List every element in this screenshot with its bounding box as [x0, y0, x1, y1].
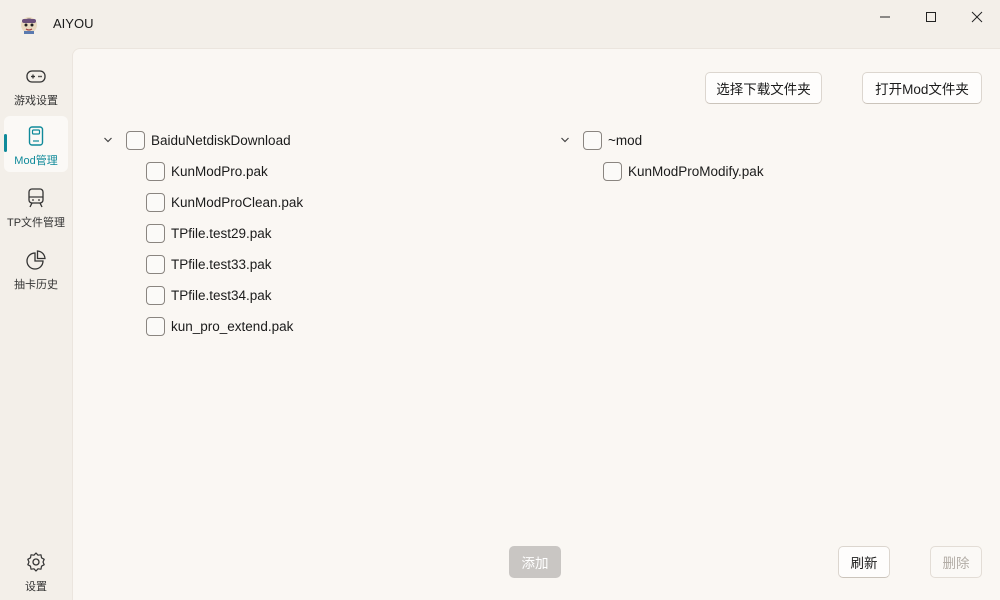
checkbox[interactable] — [583, 130, 602, 150]
tree-item-label: TPfile.test34.pak — [171, 287, 272, 303]
document-icon — [28, 126, 44, 146]
tree-item-label: KunModProModify.pak — [628, 163, 764, 179]
app-logo-icon — [21, 17, 37, 34]
gamepad-icon — [26, 70, 46, 83]
checkbox[interactable] — [126, 130, 145, 150]
expand-toggle[interactable] — [558, 133, 572, 147]
checkbox[interactable] — [603, 161, 622, 181]
delete-button[interactable]: 删除 — [930, 546, 982, 578]
expand-toggle[interactable] — [101, 133, 115, 147]
tree-item-row[interactable]: KunModPro.pak — [146, 159, 268, 183]
tree-item-row[interactable]: TPfile.test33.pak — [146, 252, 272, 276]
checkbox[interactable] — [146, 254, 165, 274]
title-bar: AIYOU — [0, 0, 1000, 48]
sidebar-nav: 游戏设置 Mod管理 TP文件管理 抽卡历史 设置 — [0, 48, 72, 600]
tree-root-row[interactable]: BaiduNetdiskDownload — [126, 128, 291, 152]
checkbox[interactable] — [146, 192, 165, 212]
pie-chart-icon — [26, 250, 46, 270]
nav-item-tp-file-management[interactable]: TP文件管理 — [4, 178, 68, 234]
nav-item-label: 抽卡历史 — [14, 279, 58, 291]
nav-item-game-settings[interactable]: 游戏设置 — [4, 56, 68, 112]
tree-item-row[interactable]: kun_pro_extend.pak — [146, 314, 293, 338]
tree-item-label: KunModProClean.pak — [171, 194, 304, 210]
minimize-icon — [880, 16, 890, 18]
tree-root-label: BaiduNetdiskDownload — [151, 132, 291, 148]
checkbox[interactable] — [146, 316, 165, 336]
maximize-icon — [926, 12, 936, 22]
tree-item-row[interactable]: TPfile.test34.pak — [146, 283, 272, 307]
maximize-button[interactable] — [908, 2, 954, 32]
tree-root-row[interactable]: ~mod — [583, 128, 642, 152]
open-mod-folder-button[interactable]: 打开Mod文件夹 — [862, 72, 982, 104]
gear-icon — [27, 552, 45, 572]
checkbox[interactable] — [146, 223, 165, 243]
nav-item-label: Mod管理 — [14, 155, 58, 167]
refresh-button[interactable]: 刷新 — [838, 546, 890, 578]
tree-root-label: ~mod — [608, 132, 643, 148]
nav-item-settings[interactable]: 设置 — [4, 542, 68, 598]
close-button[interactable] — [954, 2, 1000, 32]
mod-management-panel: 选择下载文件夹 打开Mod文件夹 BaiduNetdiskDownload Ku… — [72, 48, 1000, 600]
train-icon — [28, 188, 44, 208]
select-download-folder-button[interactable]: 选择下载文件夹 — [705, 72, 822, 104]
app-title: AIYOU — [53, 16, 94, 31]
chevron-down-icon — [104, 137, 112, 143]
chevron-down-icon — [561, 137, 569, 143]
tree-item-label: KunModPro.pak — [171, 163, 268, 179]
nav-item-label: TP文件管理 — [6, 217, 66, 229]
tree-item-row[interactable]: KunModProClean.pak — [146, 190, 303, 214]
nav-item-label: 设置 — [25, 581, 47, 593]
active-indicator — [4, 134, 7, 152]
checkbox[interactable] — [146, 161, 165, 181]
minimize-button[interactable] — [862, 2, 908, 32]
add-button[interactable]: 添加 — [509, 546, 561, 578]
nav-item-gacha-history[interactable]: 抽卡历史 — [4, 240, 68, 296]
close-icon — [971, 11, 983, 23]
nav-item-label: 游戏设置 — [14, 95, 58, 107]
nav-item-mod-management[interactable]: Mod管理 — [4, 116, 68, 172]
tree-item-row[interactable]: TPfile.test29.pak — [146, 221, 272, 245]
tree-item-label: TPfile.test29.pak — [171, 225, 272, 241]
tree-item-label: kun_pro_extend.pak — [171, 318, 294, 334]
checkbox[interactable] — [146, 285, 165, 305]
tree-item-label: TPfile.test33.pak — [171, 256, 272, 272]
tree-item-row[interactable]: KunModProModify.pak — [603, 159, 764, 183]
